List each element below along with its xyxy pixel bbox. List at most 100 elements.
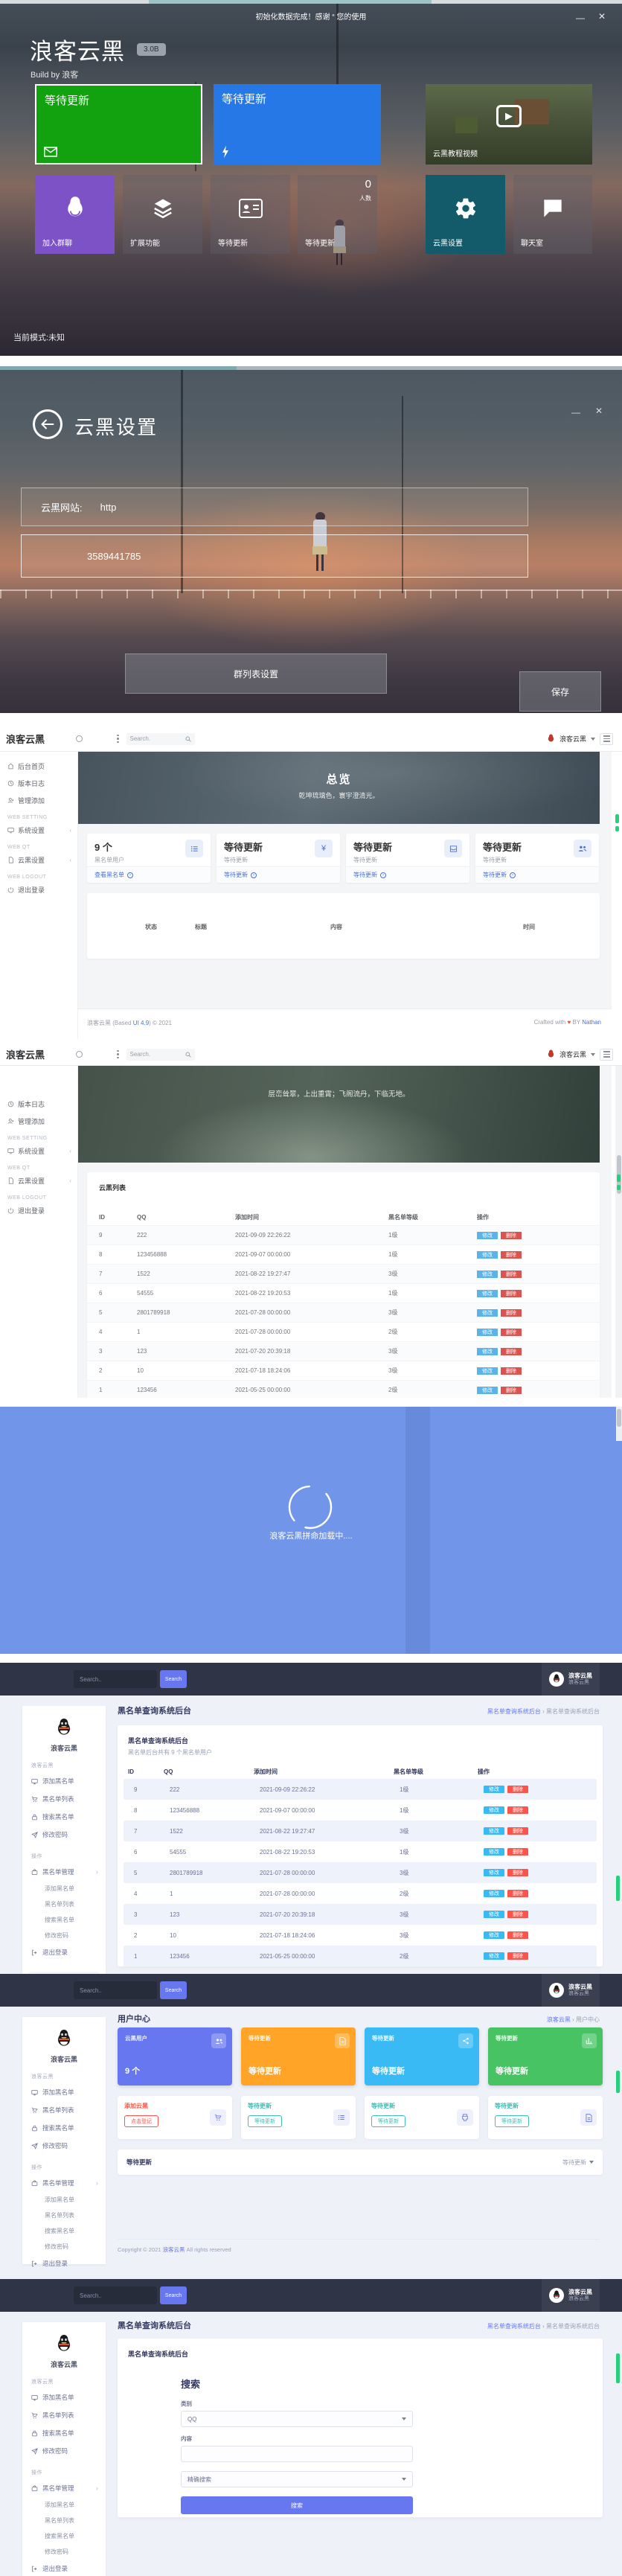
sidebar-item-blacklist-manage[interactable]: 黑名单管理› bbox=[22, 2174, 106, 2192]
tile-join-group[interactable]: 加入群聊 bbox=[35, 175, 115, 254]
edit-button[interactable]: 修改 bbox=[477, 1309, 498, 1317]
close-button[interactable]: ✕ bbox=[595, 406, 603, 415]
delete-button[interactable]: 删除 bbox=[507, 1848, 528, 1856]
user-menu[interactable]: 浪客云黑浪客云黑 bbox=[542, 1663, 600, 1696]
scrollbar-track[interactable] bbox=[615, 1066, 622, 1398]
delete-button[interactable]: 删除 bbox=[501, 1290, 522, 1297]
tile-settings[interactable]: 云黑设置 bbox=[426, 175, 505, 254]
edit-button[interactable]: 修改 bbox=[484, 1952, 504, 1960]
search-input[interactable]: Search.. bbox=[74, 1981, 157, 1999]
content-input[interactable] bbox=[181, 2446, 413, 2462]
sidebar-item-changelog[interactable]: 版本日志 bbox=[0, 1096, 77, 1113]
edit-button[interactable]: 修改 bbox=[484, 1869, 504, 1876]
delete-button[interactable]: 删除 bbox=[507, 1890, 528, 1897]
scrollbar-thumb[interactable] bbox=[616, 2353, 620, 2383]
sidebar-item-blacklist[interactable]: 黑名单列表 bbox=[22, 2406, 106, 2424]
sidebar-subitem[interactable]: 搜索黑名单 bbox=[22, 2528, 106, 2544]
minimize-button[interactable]: — bbox=[576, 13, 585, 22]
delete-button[interactable]: 删除 bbox=[507, 1952, 528, 1960]
edit-button[interactable]: 修改 bbox=[477, 1367, 498, 1375]
sidebar-subitem[interactable]: 添加黑名单 bbox=[22, 2497, 106, 2513]
delete-button[interactable]: 删除 bbox=[501, 1329, 522, 1336]
mode-select[interactable]: 精确搜索 bbox=[181, 2471, 413, 2487]
sidebar-subitem[interactable]: 修改密码 bbox=[22, 2239, 106, 2254]
edit-button[interactable]: 修改 bbox=[484, 1911, 504, 1918]
site-url-field[interactable]: 云黑网站: http bbox=[21, 488, 528, 526]
minimize-button[interactable]: — bbox=[571, 408, 580, 417]
brand[interactable]: 浪客云黑 bbox=[6, 1047, 45, 1061]
scrollbar-thumb[interactable] bbox=[617, 1174, 621, 1182]
sidebar-item-blacklist-manage[interactable]: 黑名单管理› bbox=[22, 2479, 106, 2497]
pending-button[interactable]: 等待更新 bbox=[495, 2115, 529, 2127]
scrollbar-thumb[interactable] bbox=[615, 814, 619, 823]
submit-search-button[interactable]: 搜索 bbox=[181, 2496, 413, 2514]
user-menu[interactable]: 浪客云黑 bbox=[560, 734, 586, 744]
scrollbar-thumb[interactable] bbox=[616, 2071, 620, 2093]
tile-chatroom[interactable]: 聊天室 bbox=[513, 175, 592, 254]
tile-tutorial-video[interactable]: ▶ 云黑教程视频 bbox=[426, 84, 592, 164]
delete-button[interactable]: 删除 bbox=[507, 1806, 528, 1814]
sidebar-item-blacklist-manage[interactable]: 黑名单管理› bbox=[22, 1863, 106, 1881]
delete-button[interactable]: 删除 bbox=[507, 1827, 528, 1835]
edit-button[interactable]: 修改 bbox=[484, 1786, 504, 1793]
sidebar-item-add-blacklist[interactable]: 添加黑名单 bbox=[22, 2388, 106, 2406]
panel-dropdown[interactable]: 等待更新 bbox=[562, 2158, 594, 2167]
search-button[interactable]: Search bbox=[160, 1670, 187, 1688]
footer-link[interactable]: 浪客云黑 bbox=[163, 2246, 185, 2253]
tile-update-mail[interactable]: 等待更新 bbox=[35, 84, 202, 164]
back-button[interactable] bbox=[33, 409, 62, 439]
sidebar-item-search-blacklist[interactable]: 搜索黑名单 bbox=[22, 1808, 106, 1826]
delete-button[interactable]: 删除 bbox=[501, 1271, 522, 1278]
sidebar-item-logout[interactable]: 退出登录 bbox=[22, 2560, 106, 2576]
edit-button[interactable]: 修改 bbox=[477, 1232, 498, 1239]
sidebar-subitem[interactable]: 搜索黑名单 bbox=[22, 1912, 106, 1928]
sidebar-item-change-password[interactable]: 修改密码 bbox=[22, 2442, 106, 2460]
edit-button[interactable]: 修改 bbox=[477, 1271, 498, 1278]
search-input[interactable]: Search.. bbox=[74, 1670, 157, 1688]
sidebar-item-changelog[interactable]: 版本日志 bbox=[0, 775, 77, 792]
delete-button[interactable]: 删除 bbox=[501, 1367, 522, 1375]
user-menu[interactable]: 浪客云黑浪客云黑 bbox=[542, 2279, 600, 2312]
qq-field[interactable]: 3589441785 bbox=[21, 534, 528, 578]
sidebar-subitem[interactable]: 搜索黑名单 bbox=[22, 2223, 106, 2239]
pending-button[interactable]: 等待更新 bbox=[371, 2115, 405, 2127]
sidebar-item-logout[interactable]: 退出登录 bbox=[22, 2254, 106, 2272]
stat-link[interactable]: 等待更新› bbox=[475, 866, 599, 883]
sidebar-subitem[interactable]: 黑名单列表 bbox=[22, 1896, 106, 1912]
search-button[interactable]: Search bbox=[160, 2286, 187, 2304]
sidebar-item-change-password[interactable]: 修改密码 bbox=[22, 1826, 106, 1844]
delete-button[interactable]: 删除 bbox=[501, 1387, 522, 1394]
delete-button[interactable]: 删除 bbox=[501, 1232, 522, 1239]
sidebar-item-system-settings[interactable]: 系统设置‹ bbox=[0, 1142, 77, 1160]
breadcrumb[interactable]: 黑名单查询系统后台 › 黑名单查询系统后台 bbox=[487, 1707, 600, 1716]
type-select[interactable]: QQ bbox=[181, 2411, 413, 2427]
scrollbar-thumb[interactable] bbox=[616, 1876, 620, 1901]
edit-button[interactable]: 修改 bbox=[477, 1348, 498, 1355]
edit-button[interactable]: 修改 bbox=[477, 1387, 498, 1394]
scrollbar-thumb[interactable] bbox=[617, 1409, 621, 1427]
stat-link[interactable]: 等待更新› bbox=[346, 866, 469, 883]
pending-button[interactable]: 等待更新 bbox=[248, 2115, 282, 2127]
delete-button[interactable]: 删除 bbox=[507, 1786, 528, 1793]
sidebar-item-cloud-settings[interactable]: 云黑设置‹ bbox=[0, 851, 77, 869]
sidebar-item-admin-add[interactable]: 管理添加 bbox=[0, 792, 77, 809]
edit-button[interactable]: 修改 bbox=[477, 1251, 498, 1259]
search-button[interactable]: Search bbox=[160, 1981, 187, 1999]
sidebar-item-add-blacklist[interactable]: 添加黑名单 bbox=[22, 1772, 106, 1790]
tile-update-4[interactable]: 0 人数 等待更新 bbox=[298, 175, 377, 254]
sidebar-subitem[interactable]: 黑名单列表 bbox=[22, 2208, 106, 2223]
sidebar-subitem[interactable]: 修改密码 bbox=[22, 2544, 106, 2560]
tile-extensions[interactable]: 扩展功能 bbox=[123, 175, 202, 254]
user-menu[interactable]: 浪客云黑 bbox=[560, 1049, 586, 1059]
stat-link[interactable]: 查看黑名单› bbox=[87, 866, 211, 883]
sidebar-subitem[interactable]: 黑名单列表 bbox=[22, 2513, 106, 2528]
search-input[interactable]: Search. bbox=[126, 733, 195, 745]
register-button[interactable]: 点击登记 bbox=[124, 2115, 158, 2127]
hamburger-icon[interactable] bbox=[600, 733, 613, 745]
delete-button[interactable]: 删除 bbox=[507, 1911, 528, 1918]
footer-link[interactable]: Nathan bbox=[582, 1019, 601, 1026]
breadcrumb[interactable]: 黑名单查询系统后台 › 黑名单查询系统后台 bbox=[487, 2322, 600, 2330]
save-button[interactable]: 保存 bbox=[519, 671, 601, 712]
sidebar-item-search-blacklist[interactable]: 搜索黑名单 bbox=[22, 2424, 106, 2442]
user-menu[interactable]: 浪客云黑浪客云黑 bbox=[542, 1974, 600, 2007]
